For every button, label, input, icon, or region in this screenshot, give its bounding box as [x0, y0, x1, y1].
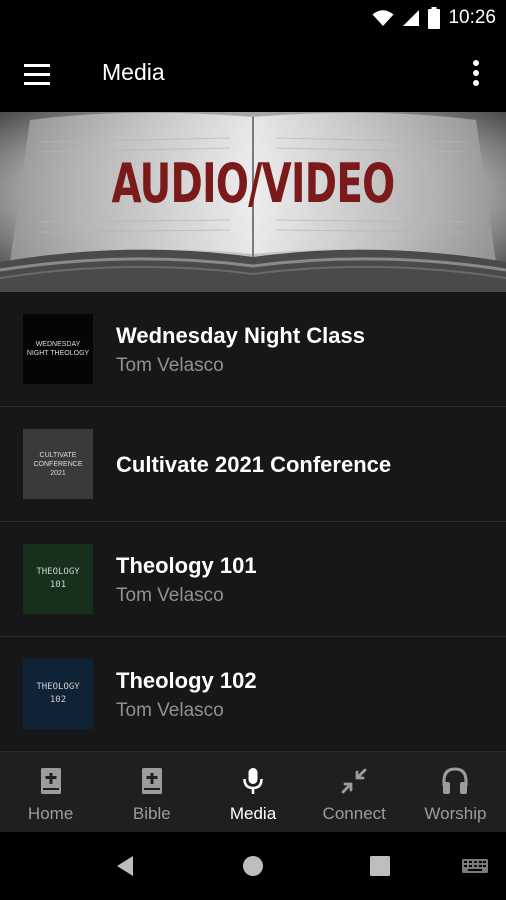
- wifi-icon: [372, 10, 394, 26]
- thumbnail: THEOLOGY 102: [23, 659, 93, 729]
- media-list: WEDNESDAY NIGHT THEOLOGY Wednesday Night…: [0, 292, 506, 752]
- more-vert-icon: [473, 60, 479, 86]
- nav-label: Connect: [322, 804, 386, 823]
- nav-label: Bible: [132, 804, 171, 823]
- hero-title: AUDIO/VIDEO: [111, 152, 396, 215]
- nav-item-media[interactable]: Media: [202, 752, 303, 832]
- cell-signal-icon: [403, 10, 420, 26]
- item-title: Wednesday Night Class: [116, 323, 365, 348]
- home-circle-icon[interactable]: [242, 855, 264, 877]
- headphones-icon: [442, 767, 468, 794]
- thumbnail: CULTIVATE CONFERENCE 2021: [23, 429, 93, 499]
- status-bar: 10:26: [0, 0, 506, 37]
- bottom-navigation: Home Bible Media Connect Worship: [0, 752, 506, 832]
- recents-square-icon[interactable]: [370, 856, 390, 876]
- thumbnail-text: THEOLOGY 102: [36, 682, 80, 705]
- nav-label: Worship: [424, 804, 487, 823]
- item-title: Cultivate 2021 Conference: [116, 452, 392, 477]
- list-item-theology-102[interactable]: THEOLOGY 102 Theology 102 Tom Velasco: [0, 637, 506, 752]
- book-plus-icon: [40, 768, 61, 794]
- item-title: Theology 102: [116, 668, 257, 693]
- list-item-theology-101[interactable]: THEOLOGY 101 Theology 101 Tom Velasco: [0, 522, 506, 637]
- list-item-wednesday-night-class[interactable]: WEDNESDAY NIGHT THEOLOGY Wednesday Night…: [0, 292, 506, 407]
- thumbnail: THEOLOGY 101: [23, 544, 93, 614]
- system-navigation-bar: [0, 832, 506, 900]
- microphone-icon: [243, 768, 263, 794]
- menu-button[interactable]: [22, 61, 54, 89]
- bible-icon: [141, 768, 162, 794]
- nav-item-connect[interactable]: Connect: [304, 752, 405, 832]
- nav-item-home[interactable]: Home: [0, 752, 101, 832]
- item-subtitle: Tom Velasco: [116, 355, 224, 376]
- item-title: Theology 101: [116, 553, 257, 578]
- thumbnail: WEDNESDAY NIGHT THEOLOGY: [23, 314, 93, 384]
- hamburger-icon: [24, 64, 50, 85]
- status-time: 10:26: [448, 7, 496, 28]
- keyboard-icon[interactable]: [462, 859, 488, 873]
- thumbnail-text: WEDNESDAY NIGHT THEOLOGY: [26, 341, 90, 357]
- back-icon[interactable]: [113, 854, 137, 878]
- nav-label: Home: [27, 804, 74, 823]
- battery-icon: [428, 7, 441, 29]
- item-subtitle: Tom Velasco: [116, 700, 224, 721]
- app-bar: Media: [0, 37, 506, 112]
- hero-banner: AUDIO/VIDEO: [0, 112, 506, 292]
- item-subtitle: Tom Velasco: [116, 585, 224, 606]
- nav-label: Media: [229, 804, 277, 823]
- connect-arrows-icon: [341, 768, 367, 794]
- nav-item-bible[interactable]: Bible: [101, 752, 202, 832]
- status-icons: 10:26: [372, 6, 496, 30]
- thumbnail-text: CULTIVATE CONFERENCE 2021: [33, 451, 83, 477]
- nav-item-worship[interactable]: Worship: [405, 752, 506, 832]
- list-item-cultivate-2021-conference[interactable]: CULTIVATE CONFERENCE 2021 Cultivate 2021…: [0, 407, 506, 522]
- thumbnail-text: THEOLOGY 101: [36, 567, 80, 590]
- page-title: Media: [102, 59, 165, 85]
- more-options-button[interactable]: [464, 57, 488, 91]
